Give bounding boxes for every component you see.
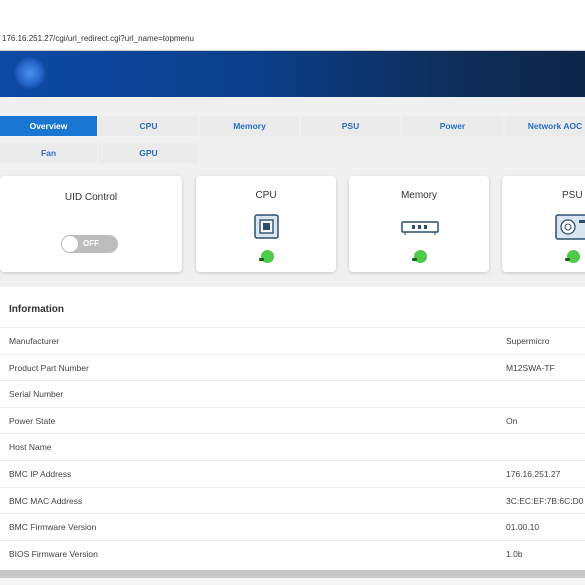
tab-psu[interactable]: PSU xyxy=(301,116,400,136)
toggle-label: OFF xyxy=(83,239,99,248)
psu-card-title: PSU xyxy=(562,190,583,201)
info-row-host-name: Host Name xyxy=(0,433,585,461)
info-row-bmc-ip-address: BMC IP Address 176.16.251.27 xyxy=(0,460,585,488)
info-row-serial-number: Serial Number xyxy=(0,380,585,408)
footer-strip xyxy=(0,578,585,585)
tab-fan[interactable]: Fan xyxy=(0,143,97,163)
toggle-knob xyxy=(62,236,78,252)
info-value: 01.00.10 xyxy=(506,522,540,533)
info-value: Supermicro xyxy=(506,336,550,346)
information-panel: Information Manufacturer Supermicro Prod… xyxy=(0,287,585,570)
psu-status-icon xyxy=(565,250,580,263)
info-key: Host Name xyxy=(9,442,52,453)
cpu-status-icon xyxy=(259,250,274,263)
header-banner xyxy=(0,51,585,97)
tab-bar: Overview CPU Memory PSU Power Network AO… xyxy=(0,97,585,172)
tab-power[interactable]: Power xyxy=(402,116,503,136)
info-key: BMC IP Address xyxy=(9,469,72,479)
tab-network-aoc[interactable]: Network AOC xyxy=(505,116,585,136)
url-text[interactable]: 176.16.251.27/cgi/url_redirect.cgi?url_n… xyxy=(2,28,194,50)
info-value: M12SWA-TF xyxy=(506,362,555,373)
information-title: Information xyxy=(9,304,64,315)
tab-overview[interactable]: Overview xyxy=(0,116,97,136)
info-row-manufacturer: Manufacturer Supermicro xyxy=(0,327,585,355)
memory-module-icon xyxy=(401,221,439,235)
memory-card[interactable]: Memory xyxy=(349,176,489,272)
horizontal-scrollbar[interactable] xyxy=(0,570,585,578)
info-key: Serial Number xyxy=(9,389,64,400)
info-key: Product Part Number xyxy=(9,362,89,373)
browser-tab-strip xyxy=(0,0,585,29)
memory-card-title: Memory xyxy=(400,190,438,201)
info-value: 176.16.251.27 xyxy=(506,469,561,479)
info-key: Manufacturer xyxy=(9,336,60,346)
info-key: BMC MAC Address xyxy=(9,495,83,506)
power-supply-icon xyxy=(555,214,585,240)
info-key: Power State xyxy=(9,415,56,426)
info-key: BMC Firmware Version xyxy=(9,522,97,533)
info-row-product-part-number: Product Part Number M12SWA-TF xyxy=(0,353,585,382)
address-bar[interactable]: 176.16.251.27/cgi/url_redirect.cgi?url_n… xyxy=(0,28,585,51)
uid-toggle[interactable]: OFF xyxy=(61,235,118,253)
tab-memory[interactable]: Memory xyxy=(200,116,299,136)
info-row-power-state: Power State On xyxy=(0,406,585,435)
cpu-card-title: CPU xyxy=(255,190,277,201)
psu-card[interactable]: PSU xyxy=(502,176,585,272)
tab-gpu[interactable]: GPU xyxy=(99,143,198,163)
cpu-card[interactable]: CPU xyxy=(196,176,336,272)
memory-status-icon xyxy=(412,250,427,263)
cpu-chip-icon xyxy=(254,214,279,239)
info-row-bmc-firmware-version: BMC Firmware Version 01.00.10 xyxy=(0,513,585,541)
info-row-bios-firmware-version: BIOS Firmware Version 1.0b xyxy=(0,539,585,568)
tab-cpu[interactable]: CPU xyxy=(99,116,198,136)
info-key: BIOS Firmware Version xyxy=(9,548,98,559)
uid-control-title: UID Control xyxy=(64,192,118,203)
info-value: On xyxy=(506,415,518,426)
uid-control-card: UID Control xyxy=(0,176,182,272)
info-row-bmc-mac-address: BMC MAC Address 3C:EC:EF:7B:6C:D0 xyxy=(0,486,585,515)
logo-glow xyxy=(14,57,46,89)
info-value: 3C:EC:EF:7B:6C:D0 xyxy=(506,495,584,506)
info-value: 1.0b xyxy=(506,548,523,559)
